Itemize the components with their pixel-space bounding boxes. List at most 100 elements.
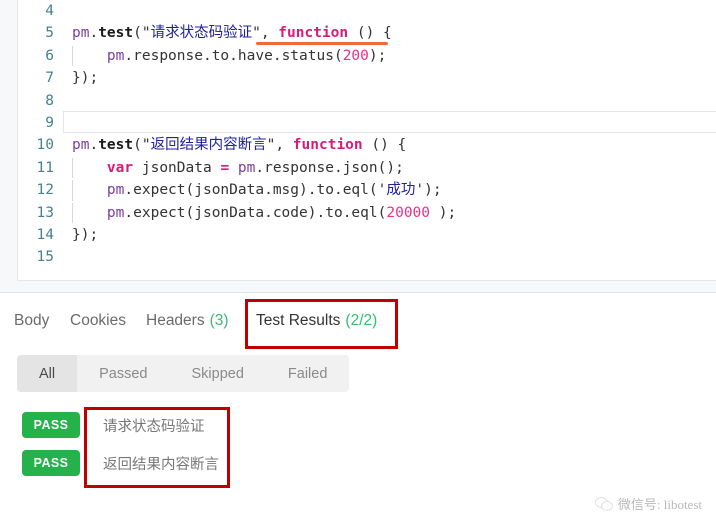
code-line[interactable]: 14}); [18,224,716,246]
filter-label: Failed [287,365,328,382]
filter-all[interactable]: All [17,355,78,392]
code-token-punc: ). [307,204,326,221]
code-line-text[interactable] [63,0,716,22]
code-token-punc: ( [333,47,343,64]
code-line[interactable]: 12 pm.expect(jsonData.msg).to.eql('成功'); [18,179,716,201]
status-badge: PASS [22,450,80,476]
code-token-punc: . [202,47,212,64]
code-token-fn: test [98,137,134,154]
code-line[interactable]: 8 [18,90,716,112]
filter-skipped[interactable]: Skipped [170,355,266,392]
code-line-text[interactable]: pm.response.to.have.status(200); [63,45,716,67]
code-token-obj: pm [72,137,90,154]
code-token-punc: . [272,47,282,64]
code-token-prop: json [342,159,378,176]
code-line-text[interactable]: pm.test("返回结果内容断言", function () { [63,134,716,156]
code-token-kw: function [292,137,363,154]
response-tabbar[interactable]: Body Cookies Headers (3) Test Results (2/2) [0,293,716,349]
code-line[interactable]: 15 [18,246,716,268]
line-number: 10 [36,137,54,154]
code-token-prop: have [237,47,273,64]
code-token-punc: }); [72,70,99,87]
code-token-prop: expect [133,182,186,199]
code-token-prop: response [264,159,334,176]
code-token-punc: (jsonData. [185,182,273,199]
tab-label: Headers [146,312,205,329]
tab-test-results[interactable]: Test Results (2/2) [256,293,377,349]
code-line-text[interactable]: pm.expect(jsonData.code).to.eql(20000 ); [63,202,716,224]
code-line-text[interactable] [63,110,716,134]
line-number: 4 [45,3,54,19]
tab-label: Test Results [256,312,341,329]
watermark-text: 微信号: libotest [617,497,702,512]
tab-body[interactable]: Body [14,293,49,349]
filter-passed[interactable]: Passed [77,355,169,392]
code-token-kw: = [220,159,230,176]
code-token-punc: () { [348,25,392,42]
code-token-punc: ); [430,204,457,221]
code-line-text[interactable] [63,246,716,268]
code-line-text[interactable]: var jsonData = pm.response.json(); [63,157,716,179]
watermark: 微信号: libotest [594,494,702,513]
code-token-plain: jsonData [133,159,221,176]
code-token-obj: pm [106,204,125,221]
code-token-kw: var [106,159,134,176]
code-line-text[interactable] [63,90,716,112]
filter-failed[interactable]: Failed [266,355,350,392]
code-token-punc: . [89,137,99,154]
code-line-text[interactable]: }); [63,67,716,89]
code-line[interactable]: 9 [18,110,716,134]
code-line[interactable]: 13 pm.expect(jsonData.code).to.eql(20000… [18,202,716,224]
line-number: 8 [45,92,54,109]
code-line[interactable]: 10 pm.test("返回结果内容断言", function () { [18,134,716,156]
code-token-punc: '); [415,182,442,199]
code-token-punc: (); [377,159,404,176]
code-token-punc: }); [72,226,99,243]
code-line-text[interactable]: pm.test("请求状态码验证", function () { [63,22,716,44]
code-token-punc: (" [133,137,151,154]
code-token-punc: . [333,159,343,176]
code-token-punc: . [124,204,134,221]
tab-headers[interactable]: Headers (3) [146,293,229,349]
code-token-punc: (" [133,25,151,42]
code-line[interactable]: 7}); [18,67,716,89]
filter-label: Passed [99,365,148,382]
code-token-prop: response [133,47,203,64]
code-token-punc: () { [362,137,407,154]
code-line[interactable]: 6 pm.response.to.have.status(200); [18,45,716,67]
line-number: 6 [45,47,54,64]
code-token-punc: ); [368,47,387,64]
code-token-fn: test [98,25,134,42]
code-token-prop: status [281,47,334,64]
test-name: 返回结果内容断言 [103,456,219,473]
status-badge: PASS [22,412,80,438]
line-number: 12 [36,182,54,199]
code-token-num: 20000 [386,204,431,221]
line-number: 7 [45,70,54,87]
code-token-punc: . [124,47,134,64]
code-token-punc: . [333,182,343,199]
line-number: 14 [36,226,54,243]
active-tab-underline [256,42,388,45]
tab-cookies[interactable]: Cookies [70,293,126,349]
filter-label: Skipped [191,365,244,382]
code-line-text[interactable]: pm.expect(jsonData.msg).to.eql('成功'); [63,179,716,201]
code-token-punc: ). [299,182,317,199]
code-token-prop: expect [133,204,186,221]
tab-label: Body [14,312,50,329]
code-token-prop: eql [351,204,378,221]
code-token-punc: . [255,159,265,176]
code-line-text[interactable]: }); [63,224,716,246]
code-line[interactable]: 4 [18,0,716,22]
tab-count-badge: (2/2) [345,312,378,329]
code-token-prop: to [316,182,334,199]
line-number: 15 [36,249,54,266]
code-line[interactable]: 11 var jsonData = pm.response.json(); [18,157,716,179]
test-result-row: PASS 返回结果内容断言 [0,444,716,482]
test-result-filter-group[interactable]: All Passed Skipped Failed [17,355,350,392]
code-token-str: 返回结果内容断言 [150,137,267,154]
tab-label: Cookies [70,312,126,329]
